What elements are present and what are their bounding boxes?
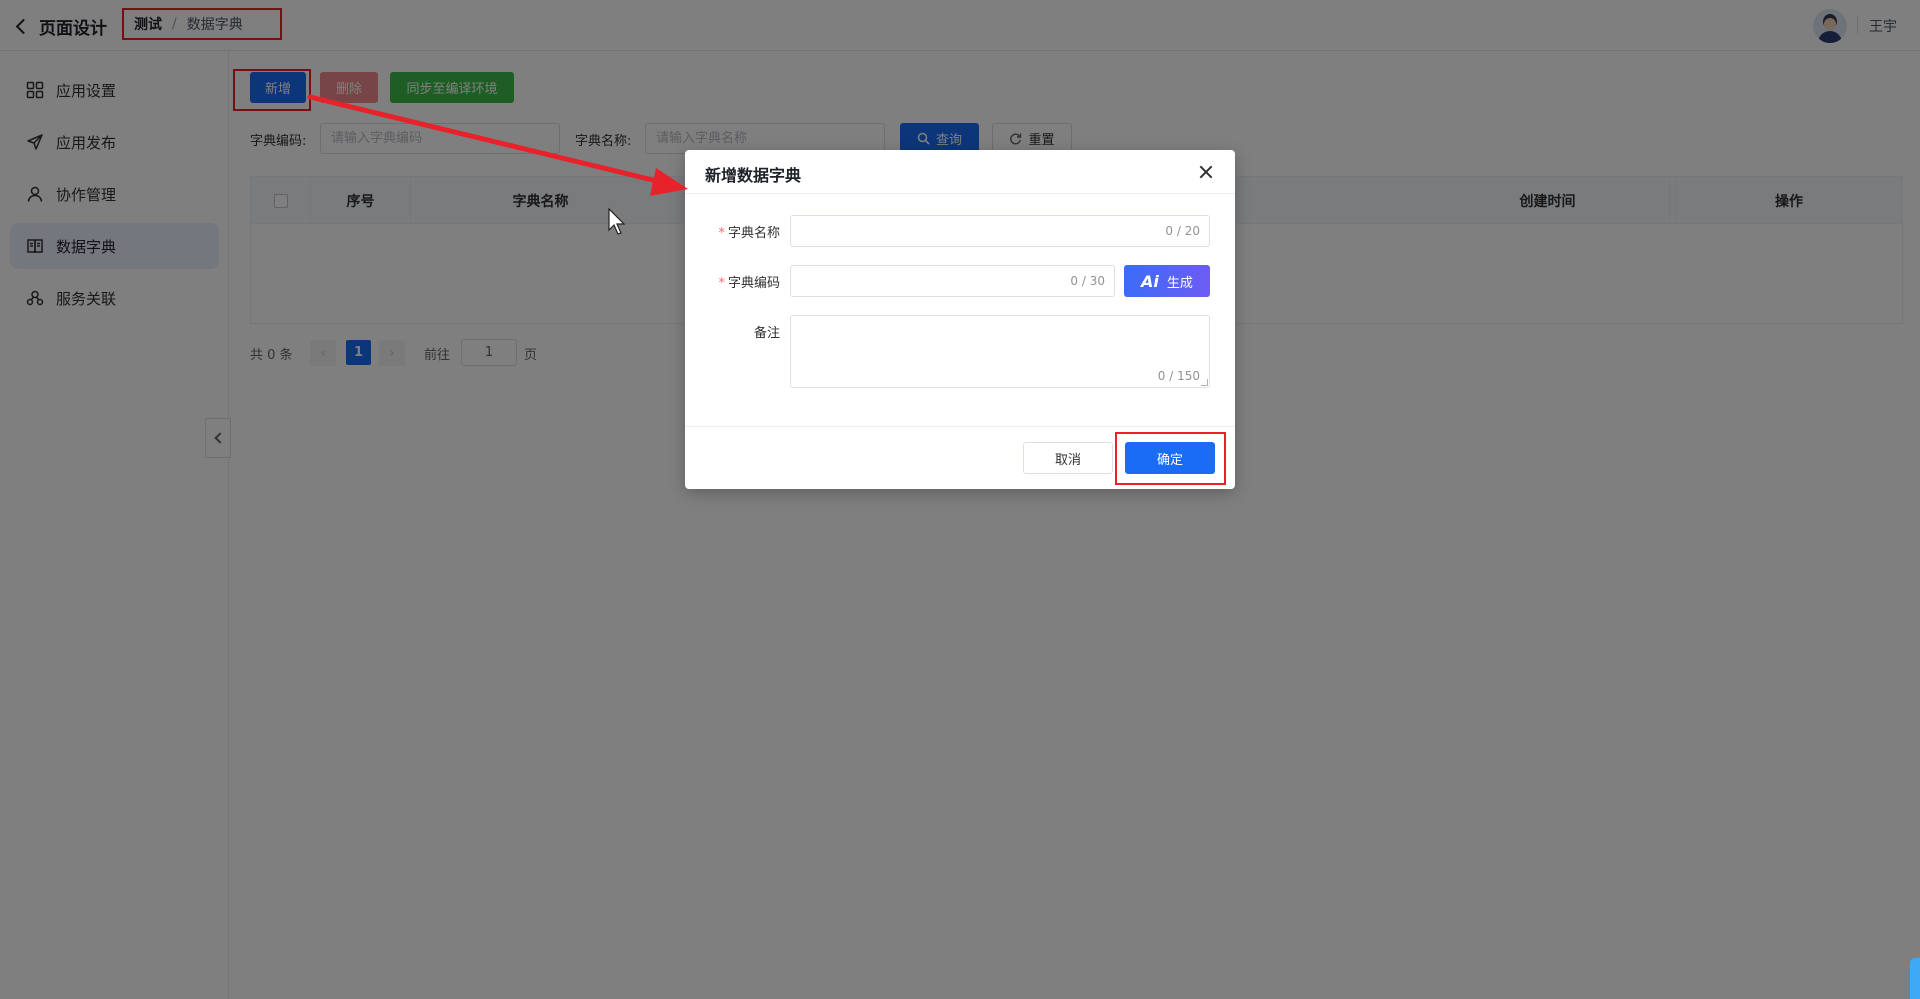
dict-name-count: 0 / 20 — [1165, 224, 1200, 238]
resize-grip-icon[interactable] — [1201, 379, 1208, 386]
dict-code-input[interactable]: 0 / 30 — [790, 265, 1115, 297]
dict-code-label-text: 字典编码 — [727, 276, 780, 291]
annotation-box-confirm — [1115, 432, 1226, 485]
dict-name-label: * 字典名称 — [718, 222, 780, 241]
dict-code-label: * 字典编码 — [718, 272, 780, 291]
remark-label: 备注 — [753, 326, 780, 341]
ai-icon: Ai — [1141, 271, 1159, 291]
floating-edge-tab[interactable] — [1910, 958, 1920, 999]
dict-name-label-text: 字典名称 — [727, 226, 780, 241]
ai-generate-label: 生成 — [1166, 275, 1193, 291]
dialog-header-divider — [685, 193, 1235, 194]
remark-count: 0 / 150 — [1157, 369, 1200, 383]
required-mark: * — [718, 226, 725, 241]
dict-code-count: 0 / 30 — [1070, 274, 1105, 288]
dialog-title: 新增数据字典 — [705, 166, 802, 185]
ai-generate-button[interactable]: Ai 生成 — [1124, 265, 1210, 297]
dict-name-input[interactable]: 0 / 20 — [790, 215, 1210, 247]
dialog-footer-divider — [685, 426, 1235, 427]
close-icon[interactable] — [1198, 164, 1214, 180]
required-mark: * — [718, 276, 725, 291]
remark-textarea[interactable]: 0 / 150 — [790, 315, 1210, 388]
cancel-button[interactable]: 取消 — [1023, 442, 1113, 474]
